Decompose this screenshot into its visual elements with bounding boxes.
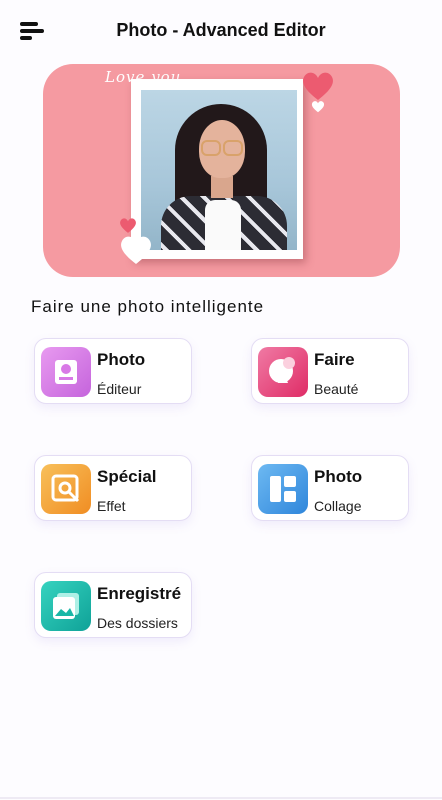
collage-grid-icon — [258, 464, 308, 514]
card-title: Spécial — [97, 467, 157, 486]
photo-editor-button[interactable]: Photo Éditeur — [34, 338, 192, 404]
card-title: Enregistré — [97, 584, 182, 603]
heart-icon — [121, 236, 151, 264]
beauty-button[interactable]: Faire Beauté — [251, 338, 409, 404]
saved-folders-icon — [41, 581, 91, 631]
banner-photo — [141, 90, 297, 250]
card-subtitle: Beauté — [314, 381, 359, 397]
special-effect-button[interactable]: Spécial Effet — [34, 455, 192, 521]
card-subtitle: Collage — [314, 498, 362, 514]
top-bar: Photo - Advanced Editor — [0, 0, 442, 62]
page-title: Photo - Advanced Editor — [116, 20, 326, 40]
card-title: Photo — [314, 467, 363, 486]
card-subtitle: Effet — [97, 498, 126, 514]
heart-icon — [303, 72, 333, 100]
beauty-face-icon — [258, 347, 308, 397]
bottom-divider — [0, 797, 442, 799]
saved-folders-button[interactable]: Enregistré Des dossiers — [34, 572, 192, 638]
card-subtitle: Des dossiers — [97, 615, 178, 631]
section-heading: Faire une photo intelligente — [31, 297, 265, 316]
photo-editor-icon — [41, 347, 91, 397]
hero-banner[interactable]: Love you — [43, 64, 400, 277]
card-subtitle: Éditeur — [97, 381, 142, 397]
card-title: Photo — [97, 350, 146, 369]
card-title: Faire — [314, 350, 355, 369]
special-effect-icon — [41, 464, 91, 514]
heart-icon — [120, 218, 136, 233]
collage-button[interactable]: Photo Collage — [251, 455, 409, 521]
heart-icon — [311, 101, 325, 113]
